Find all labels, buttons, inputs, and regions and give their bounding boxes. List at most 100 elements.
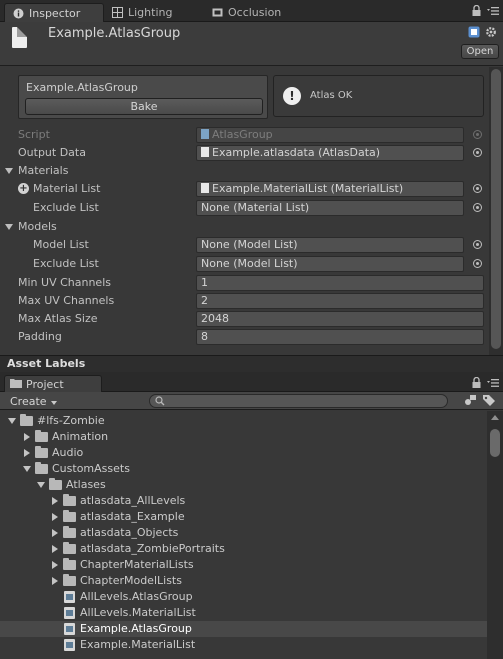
tree-item-label: Animation [52,430,109,443]
padding-input[interactable]: 8 [196,329,484,345]
object-picker-icon[interactable] [473,203,482,212]
foldout-arrow-icon[interactable] [52,497,58,505]
tree-row[interactable]: Atlases [0,477,487,493]
search-icon [155,396,165,409]
material-list-field[interactable]: Example.MaterialList (MaterialList) [196,181,464,197]
foldout-arrow-icon[interactable] [24,433,30,441]
toolbar-icons [464,394,495,409]
tab-lighting[interactable]: Lighting [104,3,180,22]
menu-icon[interactable] [487,6,499,19]
object-picker-icon[interactable] [473,184,482,193]
folder-icon [63,494,76,506]
tree-row[interactable]: atlasdata_Objects [0,525,487,541]
prop-output-data: Output Data Example.atlasdata (AtlasData… [0,144,489,162]
page-title: Example.AtlasGroup [48,26,181,41]
project-scrollbar[interactable] [487,411,503,659]
prop-max-uv: Max UV Channels 2 [0,292,489,310]
asset-labels-header[interactable]: Asset Labels [0,355,503,372]
tab-project[interactable]: Project [4,375,102,392]
object-picker-icon[interactable] [473,259,482,268]
tree-row[interactable]: ChapterModelLists [0,573,487,589]
tab-label: Occlusion [228,6,282,19]
folder-icon [63,574,76,586]
folder-icon [35,462,48,474]
inspector-header: Example.AtlasGroup Open [0,22,503,66]
tree-row[interactable]: Audio [0,445,487,461]
output-data-field[interactable]: Example.atlasdata (AtlasData) [196,145,464,161]
tree-row[interactable]: #lfs-Zombie [0,413,487,429]
prop-model-list: Model List None (Model List) [0,236,489,254]
prop-label: Material List [33,182,101,195]
menu-icon[interactable] [487,378,499,391]
create-label: Create [10,394,47,408]
prop-label: Padding [18,330,62,343]
tree-item-label: Atlases [66,478,106,491]
tree-row[interactable]: Animation [0,429,487,445]
foldout-materials[interactable]: Materials [0,162,489,180]
scroll-up-arrow-icon[interactable] [491,415,499,420]
tree-row[interactable]: atlasdata_Example [0,509,487,525]
tree-row[interactable]: ChapterMaterialLists [0,557,487,573]
foldout-arrow-icon[interactable] [52,545,58,553]
tree-row[interactable]: atlasdata_AllLevels [0,493,487,509]
lock-icon[interactable] [472,4,481,19]
tree-item-label: atlasdata_AllLevels [80,494,186,507]
model-list-field[interactable]: None (Model List) [196,237,464,253]
exclude-materials-field[interactable]: None (Material List) [196,200,464,216]
inspector-scrollbar[interactable] [489,67,503,355]
project-tabbar: Project [0,372,503,392]
foldout-arrow-icon[interactable] [52,561,58,569]
foldout-arrow-icon[interactable] [24,449,30,457]
tree-row[interactable]: atlasdata_ZombiePortraits [0,541,487,557]
folder-icon [20,414,33,426]
filter-by-label-icon[interactable] [483,394,495,409]
object-picker-icon[interactable] [473,148,482,157]
tab-occlusion[interactable]: Occlusion [204,3,289,22]
tree-row[interactable]: AllLevels.AtlasGroup [0,589,487,605]
foldout-arrow-icon[interactable] [5,224,13,230]
help-text: Atlas OK [310,90,353,101]
foldout-arrow-icon[interactable] [5,168,13,174]
open-button[interactable]: Open [461,44,499,59]
foldout-arrow-icon[interactable] [37,482,45,488]
filter-by-type-icon[interactable] [464,394,477,409]
prop-label: Exclude List [33,257,99,270]
prop-material-list: + Material List Example.MaterialList (Ma… [0,180,489,198]
tree-row[interactable]: AllLevels.MaterialList [0,605,487,621]
foldout-arrow-icon[interactable] [52,529,58,537]
atlas-group-asset-icon [64,591,75,603]
max-atlas-size-input[interactable]: 2048 [196,311,484,327]
gear-icon[interactable] [485,26,497,41]
search-input[interactable] [149,394,448,408]
script-field: AtlasGroup [196,127,464,143]
tree-item-label: Example.AtlasGroup [80,622,192,635]
scrollbar-thumb[interactable] [490,429,500,457]
tree-row-selected[interactable]: Example.AtlasGroup [0,621,487,637]
max-uv-input[interactable]: 2 [196,293,484,309]
tree-row[interactable]: CustomAssets [0,461,487,477]
create-dropdown[interactable]: Create [10,394,57,408]
info-circle-icon: ! [283,87,301,105]
foldout-arrow-icon[interactable] [8,418,16,424]
folder-icon [63,510,76,522]
prop-label: Output Data [18,146,86,159]
project-tree: #lfs-Zombie Animation Audio CustomAssets… [0,411,487,659]
foldout-models[interactable]: Models [0,218,489,236]
exclude-models-field[interactable]: None (Model List) [196,256,464,272]
prop-label: Exclude List [33,201,99,214]
tabbar-controls [472,4,499,19]
lock-icon[interactable] [472,376,481,391]
tab-inspector[interactable]: Inspector [4,3,104,22]
scrollbar-thumb[interactable] [491,69,501,349]
foldout-arrow-icon[interactable] [52,577,58,585]
object-picker-icon[interactable] [473,240,482,249]
bake-button[interactable]: Bake [25,98,263,115]
project-tabbar-controls [472,376,499,391]
tree-row[interactable]: Example.MaterialList [0,637,487,653]
foldout-arrow-icon[interactable] [52,513,58,521]
foldout-arrow-icon[interactable] [23,466,31,472]
min-uv-input[interactable]: 1 [196,275,484,291]
tree-item-label: atlasdata_Objects [80,526,179,539]
help-book-icon[interactable] [468,26,480,41]
tree-item-label: atlasdata_ZombiePortraits [80,542,225,555]
